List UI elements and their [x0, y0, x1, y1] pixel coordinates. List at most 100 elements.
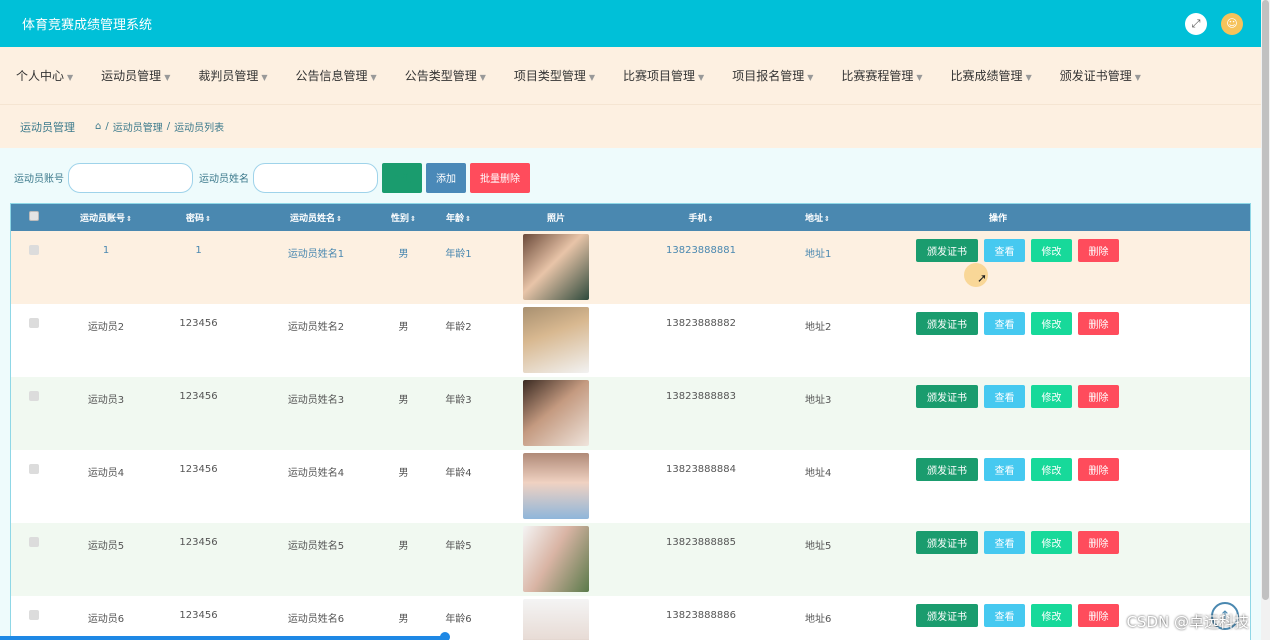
- edit-button[interactable]: 修改: [1031, 458, 1072, 481]
- sort-icon: ⇕: [824, 215, 830, 223]
- scrollbar-thumb[interactable]: [1262, 0, 1269, 600]
- header-phone[interactable]: 手机⇕: [611, 211, 791, 224]
- cell-name: 运动员姓名1: [287, 249, 345, 260]
- nav-item-certificates[interactable]: 颁发证书管理 ▼: [1060, 67, 1141, 84]
- account-search-input[interactable]: [68, 162, 193, 193]
- cell-sex: 男: [398, 249, 409, 260]
- delete-button[interactable]: 删除: [1078, 604, 1119, 627]
- cell-phone: 13823888886: [666, 610, 736, 621]
- nav-item-notice-types[interactable]: 公告类型管理 ▼: [405, 67, 486, 84]
- issue-certificate-button[interactable]: 颁发证书: [916, 531, 978, 554]
- edit-button[interactable]: 修改: [1031, 531, 1072, 554]
- edit-button[interactable]: 修改: [1031, 604, 1072, 627]
- row-checkbox[interactable]: [28, 245, 39, 255]
- breadcrumb-item[interactable]: 运动员管理: [113, 119, 163, 134]
- cell-age: 年龄4: [445, 468, 472, 479]
- row-checkbox[interactable]: [28, 391, 39, 401]
- edit-button[interactable]: 修改: [1031, 385, 1072, 408]
- cell-account: 运动员4: [87, 468, 125, 479]
- issue-certificate-button[interactable]: 颁发证书: [916, 312, 978, 335]
- nav-item-athletes[interactable]: 运动员管理 ▼: [101, 67, 170, 84]
- header-address[interactable]: 地址⇕: [791, 211, 886, 224]
- name-search-input[interactable]: [253, 162, 378, 193]
- row-checkbox[interactable]: [28, 464, 39, 474]
- nav-item-event-types[interactable]: 项目类型管理 ▼: [514, 67, 595, 84]
- cell-address: 地址3: [805, 395, 832, 406]
- batch-delete-button[interactable]: 批量删除: [470, 162, 530, 193]
- header-photo: 照片: [546, 214, 565, 224]
- header-account[interactable]: 运动员账号⇕: [56, 211, 156, 224]
- delete-button[interactable]: 删除: [1078, 385, 1119, 408]
- vertical-scrollbar[interactable]: [1261, 0, 1270, 640]
- cell-age: 年龄5: [445, 541, 472, 552]
- view-button[interactable]: 查看: [984, 239, 1025, 262]
- athlete-photo: [523, 599, 589, 640]
- view-button[interactable]: 查看: [984, 312, 1025, 335]
- cell-password: 123456: [179, 318, 218, 329]
- table-row: 运动员3 123456 运动员姓名3 男 年龄3 13823888883 地址3…: [11, 377, 1250, 450]
- issue-certificate-button[interactable]: 颁发证书: [916, 458, 978, 481]
- cell-sex: 男: [398, 541, 409, 552]
- search-button[interactable]: 查询: [382, 162, 422, 193]
- view-button[interactable]: 查看: [984, 531, 1025, 554]
- header-sex[interactable]: 性别⇕: [391, 211, 416, 224]
- cell-phone: 13823888885: [666, 537, 736, 548]
- cell-sex: 男: [398, 322, 409, 333]
- delete-button[interactable]: 删除: [1078, 458, 1119, 481]
- cell-age: 年龄2: [445, 322, 472, 333]
- header-ops: 操作: [988, 214, 1007, 224]
- select-all-checkbox[interactable]: [28, 211, 39, 221]
- nav-item-registrations[interactable]: 项目报名管理 ▼: [732, 67, 813, 84]
- nav-item-schedules[interactable]: 比赛赛程管理 ▼: [841, 67, 922, 84]
- cell-address: 地址4: [805, 468, 832, 479]
- nav-item-personal[interactable]: 个人中心 ▼: [16, 67, 73, 84]
- delete-button[interactable]: 删除: [1078, 239, 1119, 262]
- app-root: 体育竞赛成绩管理系统 ⤢ ☺ 个人中心 ▼ 运动员管理 ▼ 裁判员管理 ▼ 公告信息管…: [0, 0, 1261, 640]
- chevron-down-icon: ▼: [261, 73, 268, 82]
- cell-phone: 13823888882: [666, 318, 736, 329]
- athlete-photo: [523, 307, 589, 373]
- row-checkbox[interactable]: [28, 537, 39, 547]
- table-row: 1 1 运动员姓名1 男 年龄1 13823888881 地址1 颁发证书 查看…: [11, 231, 1250, 304]
- issue-certificate-button[interactable]: 颁发证书: [916, 604, 978, 627]
- issue-certificate-button[interactable]: 颁发证书: [916, 385, 978, 408]
- main-nav: 个人中心 ▼ 运动员管理 ▼ 裁判员管理 ▼ 公告信息管理 ▼ 公告类型管理 ▼ 项目类型…: [0, 47, 1261, 105]
- cell-name: 运动员姓名5: [287, 541, 345, 552]
- delete-button[interactable]: 删除: [1078, 531, 1119, 554]
- add-button[interactable]: 添加: [426, 162, 466, 193]
- cell-name: 运动员姓名2: [287, 322, 345, 333]
- view-button[interactable]: 查看: [984, 604, 1025, 627]
- table-row: 运动员2 123456 运动员姓名2 男 年龄2 13823888882 地址2…: [11, 304, 1250, 377]
- nav-item-notices[interactable]: 公告信息管理 ▼: [296, 67, 377, 84]
- row-checkbox[interactable]: [28, 610, 39, 620]
- fullscreen-icon[interactable]: ⤢: [1185, 12, 1207, 35]
- row-checkbox[interactable]: [28, 318, 39, 328]
- view-button[interactable]: 查看: [984, 385, 1025, 408]
- user-avatar-icon[interactable]: ☺: [1221, 12, 1243, 35]
- sort-icon: ⇕: [465, 215, 471, 223]
- breadcrumb-bar: 运动员管理 ⌂ / 运动员管理 / 运动员列表: [0, 105, 1261, 148]
- nav-item-results[interactable]: 比赛成绩管理 ▼: [951, 67, 1032, 84]
- home-icon[interactable]: ⌂: [95, 121, 101, 132]
- cell-account: 运动员3: [87, 395, 125, 406]
- view-button[interactable]: 查看: [984, 458, 1025, 481]
- cell-sex: 男: [398, 395, 409, 406]
- nav-item-referees[interactable]: 裁判员管理 ▼: [198, 67, 267, 84]
- cell-password: 1: [195, 245, 202, 256]
- cell-password: 123456: [179, 537, 218, 548]
- chevron-down-icon: ▼: [1025, 73, 1032, 82]
- edit-button[interactable]: 修改: [1031, 312, 1072, 335]
- delete-button[interactable]: 删除: [1078, 312, 1119, 335]
- page-title: 运动员管理: [20, 120, 75, 134]
- cell-phone: 13823888884: [666, 464, 736, 475]
- header-name[interactable]: 运动员姓名⇕: [241, 211, 391, 224]
- horizontal-scrollbar[interactable]: [0, 636, 448, 640]
- scrollbar-handle[interactable]: [440, 632, 450, 640]
- chevron-down-icon: ▼: [807, 73, 814, 82]
- chevron-down-icon: ▼: [588, 73, 596, 82]
- issue-certificate-button[interactable]: 颁发证书: [916, 239, 978, 262]
- header-password[interactable]: 密码⇕: [156, 211, 241, 224]
- nav-item-competition-events[interactable]: 比赛项目管理 ▼: [623, 67, 704, 84]
- header-age[interactable]: 年龄⇕: [416, 211, 501, 224]
- edit-button[interactable]: 修改: [1031, 239, 1072, 262]
